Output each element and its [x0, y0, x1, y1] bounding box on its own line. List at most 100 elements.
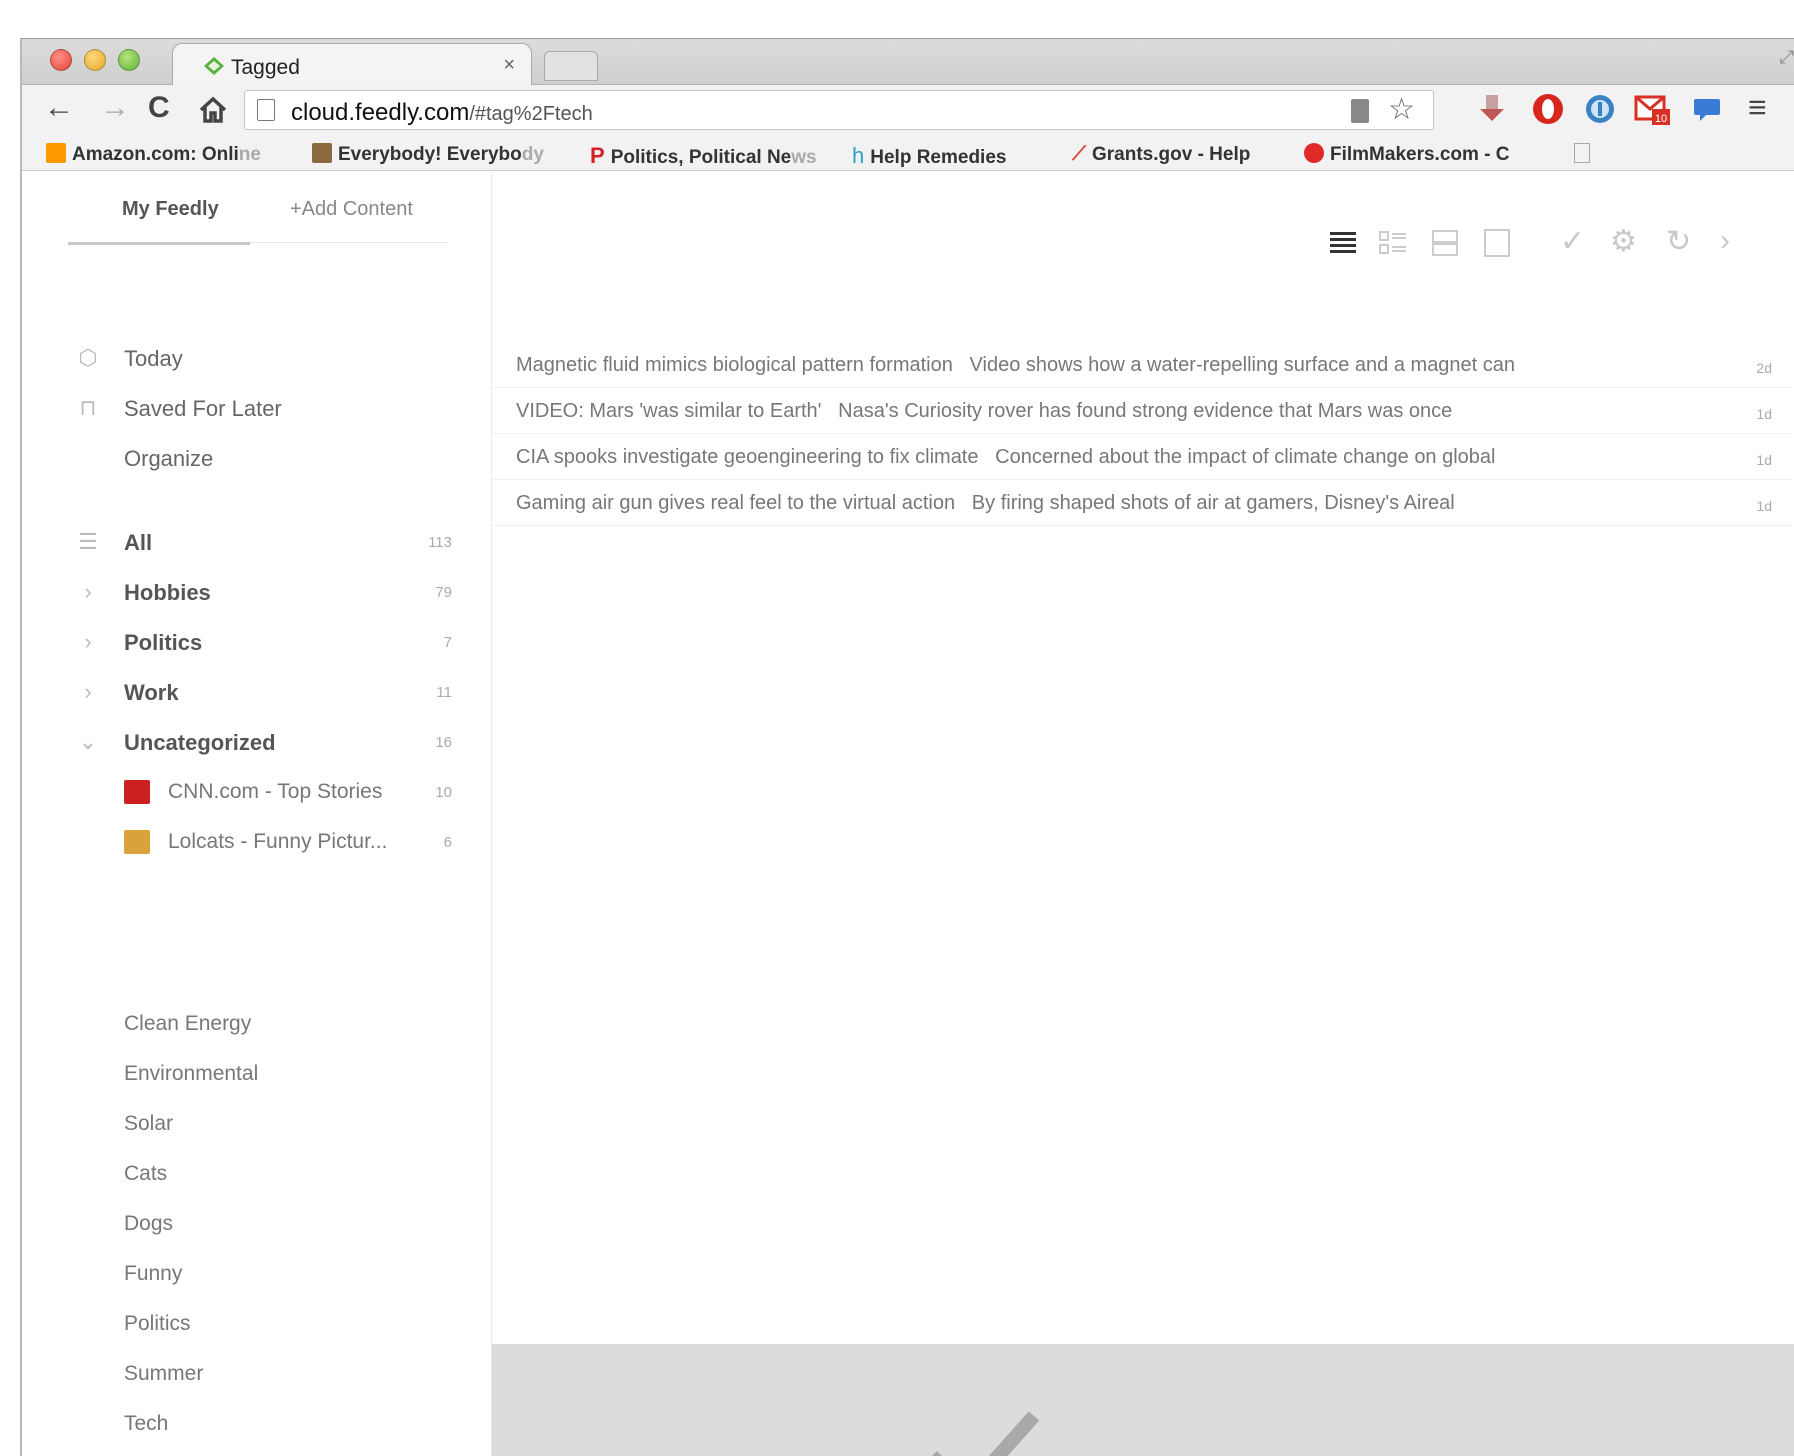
entry-row[interactable]: CIA spooks investigate geoengineering to…	[492, 434, 1792, 480]
close-window-button[interactable]	[50, 49, 72, 71]
settings-gear-icon[interactable]: ⚙	[1610, 224, 1637, 259]
bookmark-everybody[interactable]: Everybody! Everybody	[312, 143, 568, 166]
bookmark-star-icon[interactable]: ☆	[1388, 92, 1415, 127]
sidebar-tag-solar[interactable]: Solar	[124, 1112, 173, 1136]
sidebar-tag-cats[interactable]: Cats	[124, 1162, 167, 1186]
sidebar-item-hobbies[interactable]: › Hobbies 79	[22, 574, 482, 610]
tab-add-content[interactable]: +Add Content	[290, 198, 413, 221]
minimize-window-button[interactable]	[84, 49, 106, 71]
sidebar-item-uncategorized[interactable]: ⌄ Uncategorized 16	[22, 724, 482, 760]
magazine-view-icon[interactable]	[1378, 228, 1408, 258]
blank-page-icon	[1574, 143, 1590, 163]
bookmark-blank-page[interactable]	[1574, 143, 1598, 166]
sidebar-tag-environmental[interactable]: Environmental	[124, 1062, 258, 1086]
lolcats-icon	[124, 830, 150, 854]
sidebar-item-label: Work	[124, 680, 179, 705]
tab-tagged[interactable]: Tagged ×	[172, 43, 532, 86]
fullscreen-icon[interactable]: ⤢	[1780, 47, 1794, 68]
tab-close-icon[interactable]: ×	[503, 54, 515, 77]
sidebar-tag-clean-energy[interactable]: Clean Energy	[124, 1012, 251, 1036]
cards-view-icon[interactable]	[1430, 228, 1460, 258]
feedly-favicon-icon	[204, 57, 224, 75]
sidebar-item-all[interactable]: ☰ All 113	[22, 524, 482, 560]
cnn-icon	[124, 780, 150, 804]
gmail-extension-icon[interactable]: 10	[1634, 91, 1670, 127]
sidebar-tag-funny[interactable]: Funny	[124, 1262, 182, 1286]
bookmark-help-remedies[interactable]: h Help Remedies	[852, 143, 1052, 169]
sidebar-item-politics[interactable]: › Politics 7	[22, 624, 482, 660]
back-arrow-icon[interactable]: ←	[44, 91, 74, 125]
entry-row[interactable]: Magnetic fluid mimics biological pattern…	[492, 342, 1792, 388]
mark-as-read-icon[interactable]: ✓	[1560, 224, 1585, 259]
url-path: /#tag%2Ftech	[469, 103, 593, 125]
tab-divider	[250, 242, 448, 243]
next-chevron-icon[interactable]: ›	[1720, 224, 1730, 258]
download-extension-icon[interactable]	[1474, 91, 1510, 127]
sidebar-item-label: All	[124, 530, 153, 555]
sidebar-item-label: Today	[124, 346, 183, 371]
sidebar-item-label: Politics	[124, 630, 203, 655]
entry-list: Magnetic fluid mimics biological pattern…	[492, 342, 1792, 526]
checkmark-icon	[932, 1411, 1040, 1456]
bookmark-filmmakers[interactable]: FilmMakers.com - C	[1304, 143, 1536, 166]
sidebar-tag-tech[interactable]: Tech	[124, 1412, 168, 1436]
sidebar-item-label: Saved For Later	[124, 396, 282, 421]
opera-extension-icon[interactable]	[1530, 91, 1566, 127]
sidebar-item-work[interactable]: › Work 11	[22, 674, 482, 710]
everybody-icon	[312, 143, 332, 163]
chevron-right-icon[interactable]: ›	[76, 630, 100, 654]
url-text: cloud.feedly.com/#tag%2Ftech	[291, 99, 593, 127]
entry-age: 2d	[1756, 360, 1772, 376]
zoom-window-button[interactable]	[118, 49, 140, 71]
sidebar-feed-cnn[interactable]: CNN.com - Top Stories 10	[22, 774, 482, 810]
sidebar-tag-dogs[interactable]: Dogs	[124, 1212, 173, 1236]
sidebar-item-today[interactable]: ⬡ Today	[22, 340, 482, 376]
tab-my-feedly[interactable]: My Feedly	[122, 198, 219, 221]
sidebar-tag-summer[interactable]: Summer	[124, 1362, 203, 1386]
entry-title: Gaming air gun gives real feel to the vi…	[516, 492, 1455, 514]
chevron-down-icon[interactable]: ⌄	[76, 730, 100, 754]
bookmark-amazon[interactable]: Amazon.com: Online	[46, 143, 284, 166]
unread-count: 10	[435, 784, 452, 801]
title-only-view-icon[interactable]	[1328, 228, 1358, 258]
refresh-icon[interactable]: ↻	[1666, 224, 1691, 259]
browser-toolbar: ← → C cloud.feedly.com/#tag%2Ftech ☆ 10 …	[22, 85, 1794, 137]
bookmark-politics[interactable]: P Politics, Political News	[590, 143, 832, 169]
feed-label: CNN.com - Top Stories	[168, 780, 383, 803]
sidebar-tag-politics[interactable]: Politics	[124, 1312, 191, 1336]
reload-icon[interactable]: C	[148, 91, 170, 125]
politico-icon: P	[590, 143, 605, 168]
home-icon[interactable]	[198, 95, 228, 125]
feedly-app: My Feedly +Add Content ⬡ Today ⊓ Saved F…	[22, 172, 1794, 1456]
list-icon: ☰	[78, 529, 98, 554]
entry-age: 1d	[1756, 452, 1772, 468]
help-remedies-icon: h	[852, 143, 865, 168]
onepassword-extension-icon[interactable]	[1582, 91, 1618, 127]
amazon-icon	[46, 143, 66, 163]
forward-arrow-icon[interactable]: →	[100, 91, 130, 125]
sidebar-item-saved-for-later[interactable]: ⊓ Saved For Later	[22, 390, 482, 426]
browser-window: Tagged × ⤢ ← → C cloud.feedly.com/#tag%2…	[20, 38, 1794, 1456]
unread-count: 16	[435, 734, 452, 751]
sidebar-feed-lolcats[interactable]: Lolcats - Funny Pictur... 6	[22, 824, 482, 860]
chevron-right-icon[interactable]: ›	[76, 580, 100, 604]
sidebar-item-organize[interactable]: Organize	[22, 440, 482, 476]
entry-row[interactable]: Gaming air gun gives real feel to the vi…	[492, 480, 1792, 526]
mark-all-read-area[interactable]	[492, 1344, 1794, 1456]
active-tab-underline	[68, 242, 250, 245]
bookmark-grants[interactable]: ⟋ Grants.gov - Help	[1072, 143, 1290, 166]
menu-icon[interactable]: ≡	[1748, 89, 1767, 126]
address-bar[interactable]: cloud.feedly.com/#tag%2Ftech ☆	[244, 90, 1434, 130]
page-action-icon[interactable]	[1351, 99, 1369, 123]
chevron-right-icon[interactable]: ›	[76, 680, 100, 704]
unread-count: 11	[436, 684, 452, 701]
url-host: cloud.feedly.com	[291, 99, 470, 126]
entry-row[interactable]: VIDEO: Mars 'was similar to Earth' Nasa'…	[492, 388, 1792, 434]
full-article-view-icon[interactable]	[1482, 228, 1512, 258]
new-tab-button[interactable]	[544, 51, 598, 81]
sidebar-item-label: Hobbies	[124, 580, 211, 605]
sidebar-item-label: Organize	[124, 446, 214, 471]
today-icon: ⬡	[78, 345, 98, 370]
unread-count: 113	[428, 534, 452, 551]
chat-extension-icon[interactable]	[1690, 91, 1726, 127]
